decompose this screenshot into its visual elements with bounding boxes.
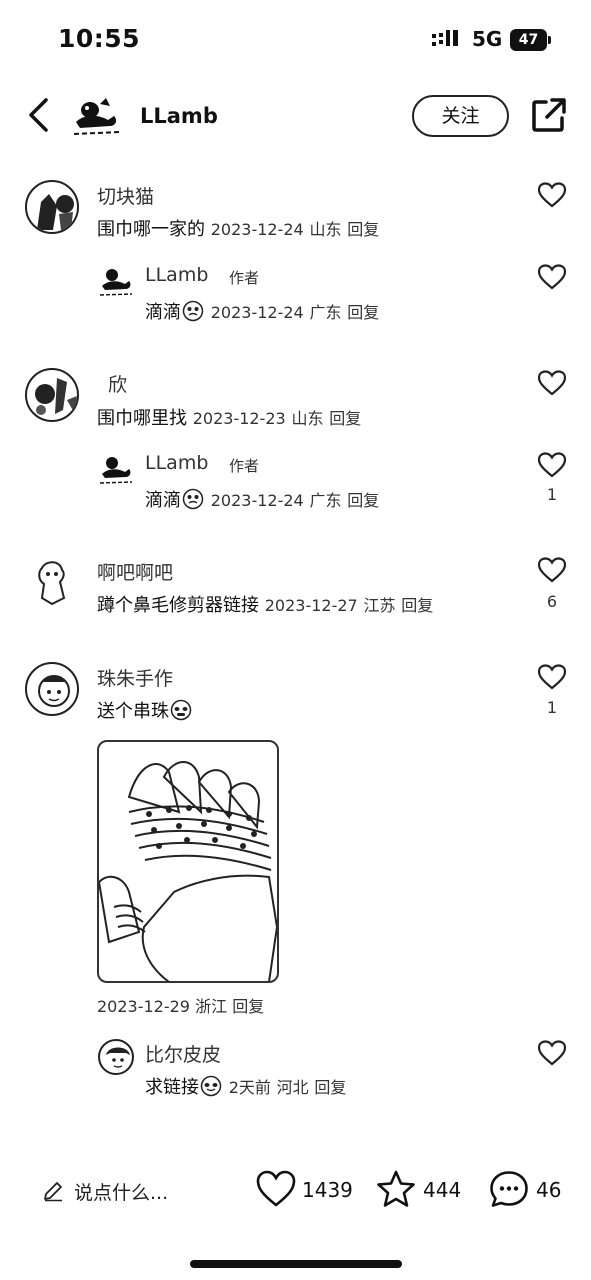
- comment-text[interactable]: 送个串珠: [97, 697, 193, 723]
- bottom-bar: 说点什么... 1439 444 46: [0, 1150, 591, 1230]
- back-chevron-icon[interactable]: [20, 92, 60, 138]
- top-nav: LLamb 关注: [0, 80, 591, 155]
- like-count: 1439: [302, 1178, 353, 1202]
- battery-icon: 47: [510, 29, 552, 51]
- chat-bubble-icon[interactable]: [489, 1170, 529, 1208]
- reply-location: 广东: [309, 491, 342, 510]
- commenter-avatar[interactable]: [25, 662, 79, 716]
- comment-input[interactable]: 说点什么...: [42, 1174, 202, 1206]
- like-stat[interactable]: 1439: [256, 1170, 356, 1210]
- author-avatar[interactable]: [70, 94, 126, 138]
- heart-icon[interactable]: [538, 452, 566, 478]
- heart-icon[interactable]: [538, 1040, 566, 1066]
- like-count: 1: [546, 485, 558, 504]
- heart-icon[interactable]: [538, 557, 566, 583]
- emoji-icon: [182, 300, 204, 322]
- like-count: 1: [546, 698, 558, 717]
- reply-author-name[interactable]: LLamb: [145, 264, 208, 286]
- comment-body: 围巾哪里找: [97, 408, 187, 429]
- commenter-avatar[interactable]: [32, 558, 72, 606]
- reply-author-name[interactable]: 比尔皮皮: [145, 1040, 221, 1067]
- commenter-name[interactable]: 珠朱手作: [97, 664, 173, 691]
- comment-location: 浙江: [195, 997, 228, 1016]
- favorite-stat[interactable]: 444: [376, 1170, 471, 1210]
- reply-link[interactable]: 回复: [314, 1078, 346, 1097]
- signal-icon: [432, 30, 458, 46]
- comment-date: 2023-12-23: [192, 409, 286, 428]
- emoji-icon: [170, 699, 192, 721]
- commenter-name[interactable]: 啊吧啊吧: [97, 558, 173, 585]
- reply-text[interactable]: 滴滴 2023-12-24 广东 回复: [145, 298, 379, 324]
- share-icon[interactable]: [530, 96, 566, 134]
- reply-date: 2023-12-24: [210, 491, 304, 510]
- reply-date: 2023-12-24: [210, 303, 304, 322]
- network-label: 5G: [472, 27, 503, 51]
- comment-count: 46: [536, 1178, 562, 1202]
- comment-date: 2023-12-24: [210, 220, 304, 239]
- comment-meta: 2023-12-29 浙江 回复: [97, 993, 264, 1017]
- like-count: 6: [546, 592, 558, 611]
- comment-location: 山东: [291, 409, 324, 428]
- reply-link[interactable]: 回复: [329, 409, 361, 428]
- comment-date: 2023-12-29: [97, 997, 190, 1016]
- reply-link[interactable]: 回复: [401, 596, 433, 615]
- comment-date: 2023-12-27: [264, 596, 358, 615]
- comment-body: 围巾哪一家的: [97, 219, 205, 240]
- comment-stat[interactable]: 46: [489, 1170, 569, 1210]
- comment-text[interactable]: 围巾哪一家的 2023-12-24 山东 回复: [97, 215, 379, 241]
- comment-photo[interactable]: [97, 740, 279, 983]
- reply-author-name[interactable]: LLamb: [145, 452, 208, 474]
- comment-location: 山东: [309, 220, 342, 239]
- reply-link[interactable]: 回复: [347, 303, 379, 322]
- comment-text[interactable]: 围巾哪里找 2023-12-23 山东 回复: [97, 404, 361, 430]
- reply-date: 2天前: [228, 1078, 271, 1097]
- pen-icon: [44, 1182, 62, 1202]
- reply-location: 河北: [276, 1078, 309, 1097]
- reply-body: 求链接: [145, 1077, 199, 1098]
- reply-avatar[interactable]: [98, 264, 134, 298]
- reply-location: 广东: [309, 303, 342, 322]
- emoji-icon: [200, 1075, 222, 1097]
- star-icon[interactable]: [376, 1170, 416, 1208]
- commenter-name[interactable]: 欣: [108, 370, 127, 397]
- comment-input-placeholder: 说点什么...: [74, 1182, 169, 1204]
- battery-level: 47: [510, 29, 547, 51]
- reply-link[interactable]: 回复: [347, 491, 379, 510]
- reply-body: 滴滴: [145, 302, 181, 323]
- home-indicator[interactable]: [190, 1260, 402, 1268]
- reply-link[interactable]: 回复: [347, 220, 379, 239]
- comment-location: 江苏: [363, 596, 396, 615]
- status-time: 10:55: [58, 24, 141, 53]
- reply-link[interactable]: 回复: [232, 997, 264, 1016]
- heart-icon[interactable]: [538, 264, 566, 290]
- reply-text[interactable]: 滴滴 2023-12-24 广东 回复: [145, 486, 379, 512]
- emoji-icon: [182, 488, 204, 510]
- reply-text[interactable]: 求链接 2天前 河北 回复: [145, 1073, 346, 1099]
- favorite-count: 444: [423, 1178, 462, 1202]
- status-bar: 10:55 5G 47: [0, 0, 591, 80]
- commenter-name[interactable]: 切块猫: [97, 182, 154, 209]
- author-tag: 作者: [229, 457, 260, 475]
- reply-avatar[interactable]: [98, 1039, 134, 1075]
- comment-text[interactable]: 蹲个鼻毛修剪器链接 2023-12-27 江苏 回复: [97, 591, 433, 617]
- author-name[interactable]: LLamb: [140, 104, 218, 128]
- heart-icon[interactable]: [538, 182, 566, 208]
- heart-icon[interactable]: [538, 370, 566, 396]
- comment-body: 蹲个鼻毛修剪器链接: [97, 595, 259, 616]
- commenter-avatar[interactable]: [25, 180, 79, 234]
- commenter-avatar[interactable]: [25, 368, 79, 422]
- heart-icon[interactable]: [538, 664, 566, 690]
- reply-avatar[interactable]: [98, 452, 134, 486]
- follow-button[interactable]: 关注: [412, 95, 509, 137]
- heart-icon[interactable]: [256, 1170, 296, 1208]
- comment-body: 送个串珠: [97, 701, 169, 722]
- author-tag: 作者: [229, 269, 260, 287]
- reply-body: 滴滴: [145, 490, 181, 511]
